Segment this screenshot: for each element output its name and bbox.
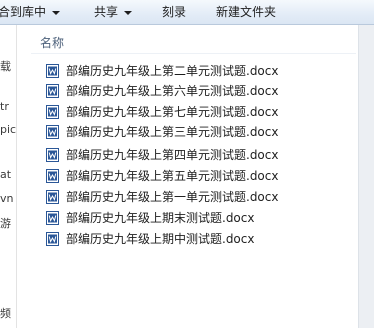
nav-item[interactable]: vn [0, 192, 13, 205]
nav-item[interactable]: tr [0, 100, 9, 113]
chevron-down-icon [52, 10, 61, 15]
nav-item[interactable]: pic [0, 123, 16, 136]
word-document-icon [46, 210, 59, 225]
column-header-name[interactable]: 名称 [40, 34, 64, 51]
nav-item[interactable]: 频 [0, 305, 11, 321]
file-name: 部编历史九年级上第二单元测试题.docx [66, 64, 279, 78]
nav-item[interactable]: at [0, 168, 11, 181]
word-document-icon [46, 104, 59, 119]
file-row[interactable]: 部编历史九年级上第二单元测试题.docx [46, 61, 278, 81]
file-row[interactable]: 部编历史九年级上第四单元测试题.docx [46, 145, 278, 165]
new-folder-label: 新建文件夹 [216, 5, 277, 19]
file-row[interactable]: 部编历史九年级上第七单元测试题.docx [46, 102, 278, 122]
file-name: 部编历史九年级上第五单元测试题.docx [66, 169, 279, 183]
nav-item[interactable]: 游 [0, 215, 11, 231]
navigation-pane[interactable]: 载 tr pic at vn 游 频 [0, 25, 17, 328]
word-document-icon [46, 83, 59, 98]
word-document-icon [46, 168, 59, 183]
share-label: 共享 [94, 5, 119, 19]
file-name: 部编历史九年级上第四单元测试题.docx [66, 148, 279, 162]
word-document-icon [46, 231, 59, 246]
word-document-icon [46, 189, 59, 204]
file-row[interactable]: 部编历史九年级上第六单元测试题.docx [46, 81, 278, 101]
include-in-library-label: 合到库中 [0, 5, 47, 19]
file-row[interactable]: 部编历史九年级上第五单元测试题.docx [46, 166, 278, 186]
include-in-library-button[interactable]: 合到库中 [0, 4, 61, 20]
file-row[interactable]: 部编历史九年级上第一单元测试题.docx [46, 187, 278, 207]
file-name: 部编历史九年级上第一单元测试题.docx [66, 190, 279, 204]
file-row[interactable]: 部编历史九年级上期末测试题.docx [46, 208, 254, 228]
file-name: 部编历史九年级上第七单元测试题.docx [66, 105, 279, 119]
word-document-icon [46, 124, 59, 139]
new-folder-button[interactable]: 新建文件夹 [216, 4, 276, 20]
file-list[interactable]: 名称 部编历史九年级上第二单元测试题.docx 部编历史九年级上第六单元测试题.… [17, 25, 358, 328]
share-button[interactable]: 共享 [94, 4, 133, 20]
header-divider [31, 53, 356, 54]
command-bar: 合到库中 共享 刻录 新建文件夹 [0, 0, 374, 25]
file-row[interactable]: 部编历史九年级上期中测试题.docx [46, 229, 254, 249]
word-document-icon [46, 63, 59, 78]
file-row[interactable]: 部编历史九年级上第三单元测试题.docx [46, 122, 278, 142]
chevron-down-icon [124, 10, 133, 15]
word-document-icon [46, 147, 59, 162]
file-name: 部编历史九年级上第三单元测试题.docx [66, 125, 279, 139]
vertical-scrollbar[interactable] [358, 25, 374, 328]
file-name: 部编历史九年级上期末测试题.docx [66, 211, 255, 225]
nav-item[interactable]: 载 [0, 58, 11, 74]
file-name: 部编历史九年级上期中测试题.docx [66, 232, 255, 246]
burn-label: 刻录 [162, 5, 187, 19]
burn-button[interactable]: 刻录 [162, 4, 186, 20]
file-name: 部编历史九年级上第六单元测试题.docx [66, 84, 279, 98]
